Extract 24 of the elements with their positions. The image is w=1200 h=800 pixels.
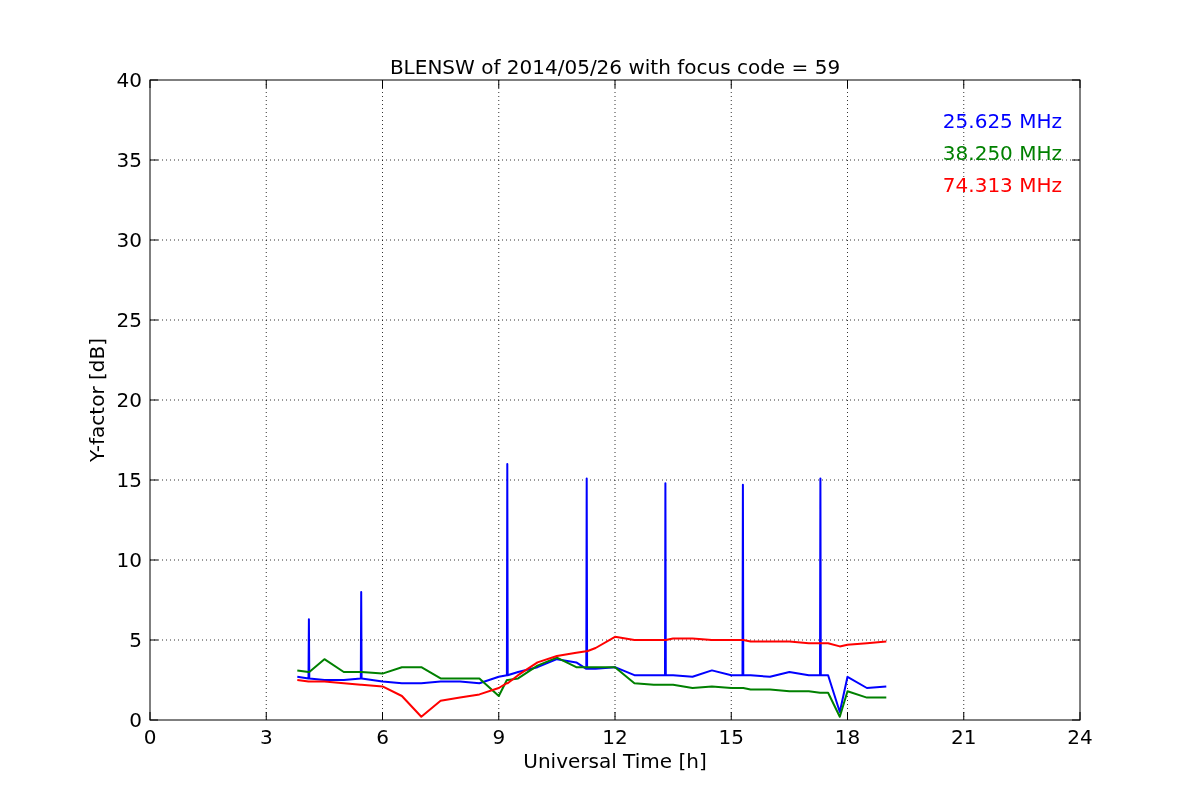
axis-label: Universal Time [h] — [523, 749, 707, 773]
tick-label: 15 — [718, 725, 744, 749]
tick-label: 5 — [129, 628, 142, 652]
legend-label: 25.625 MHz — [942, 109, 1062, 133]
tick-label: 6 — [376, 725, 389, 749]
tick-label: 18 — [834, 725, 861, 749]
legend-label: 38.250 MHz — [942, 141, 1062, 165]
tick-label: 12 — [602, 725, 628, 749]
tick-label: 20 — [116, 388, 142, 412]
tick-label: 10 — [116, 548, 142, 572]
tick-label: 9 — [492, 725, 506, 749]
tick-label: 0 — [143, 725, 157, 749]
tick-label: 0 — [129, 708, 142, 732]
chart-title: BLENSW of 2014/05/26 with focus code = 59 — [389, 55, 841, 79]
tick-label: 3 — [259, 725, 273, 749]
tick-label: 15 — [116, 468, 142, 492]
tick-label: 40 — [116, 68, 142, 92]
tick-label: 35 — [116, 148, 142, 172]
tick-label: 30 — [116, 228, 142, 252]
axis-label: Y-factor [dB] — [85, 338, 109, 462]
tick-label: 21 — [951, 725, 977, 749]
tick-label: 25 — [116, 308, 142, 332]
legend-label: 74.313 MHz — [942, 173, 1062, 197]
tick-label: 24 — [1067, 725, 1093, 749]
